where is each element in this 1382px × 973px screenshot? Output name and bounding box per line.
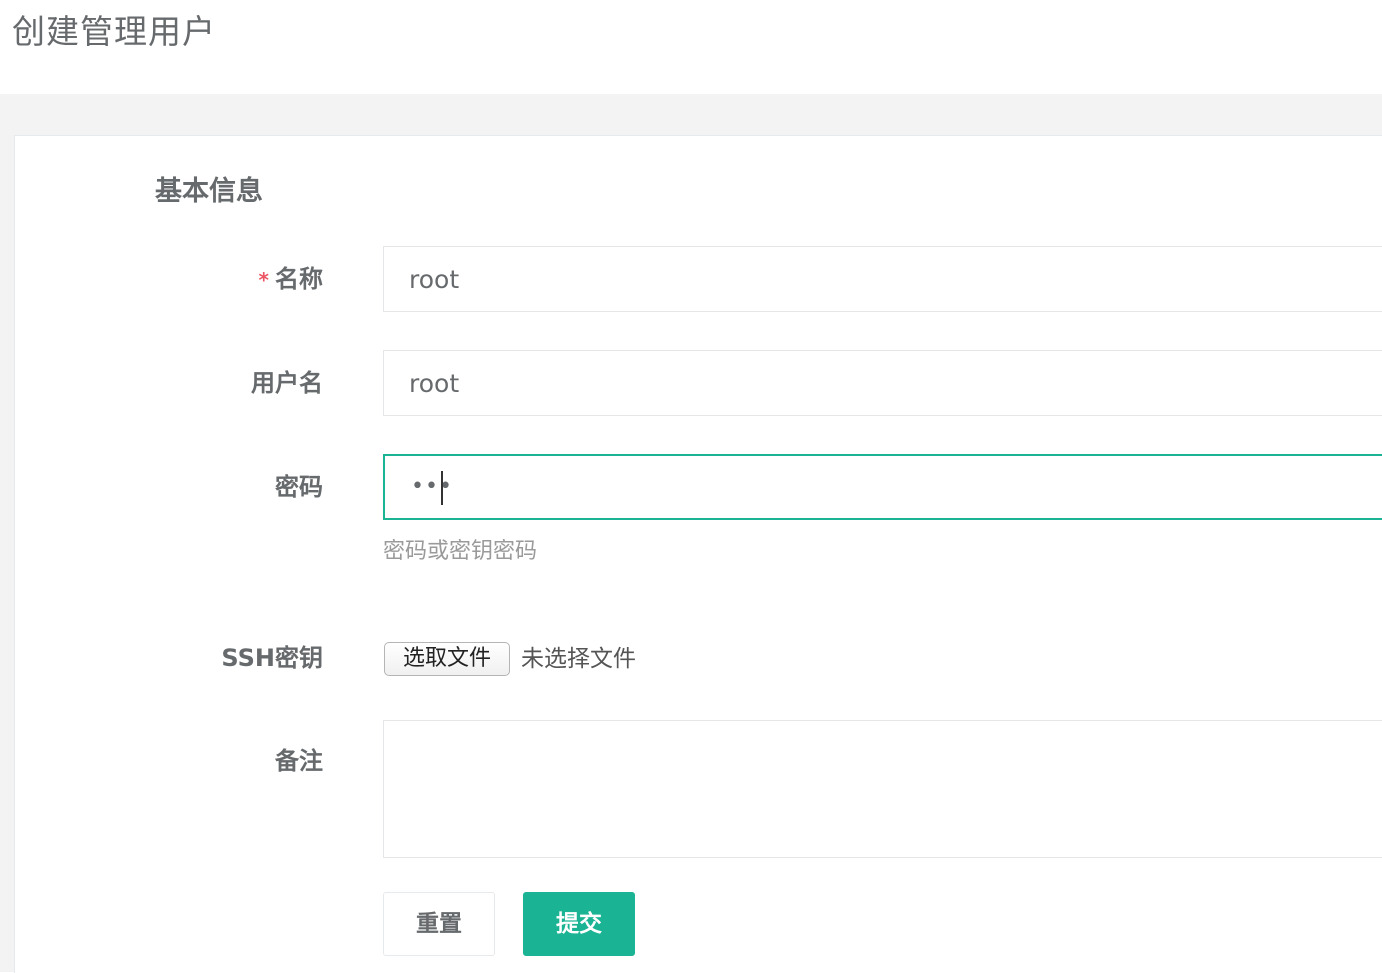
comment-label: 备注 bbox=[275, 747, 323, 775]
password-mask: ••• bbox=[411, 474, 453, 499]
password-label: 密码 bbox=[275, 473, 323, 501]
ssh-key-label: SSH密钥 bbox=[221, 644, 323, 672]
page-header: 创建管理用户 bbox=[0, 0, 1382, 94]
text-caret bbox=[441, 471, 443, 505]
choose-file-button[interactable]: 选取文件 bbox=[384, 642, 510, 676]
username-input[interactable] bbox=[383, 350, 1382, 416]
required-mark: * bbox=[258, 268, 269, 292]
password-input[interactable]: ••• bbox=[383, 454, 1382, 520]
comment-textarea[interactable] bbox=[383, 720, 1382, 858]
page-title: 创建管理用户 bbox=[12, 12, 216, 51]
file-status: 未选择文件 bbox=[521, 646, 636, 672]
username-label: 用户名 bbox=[251, 369, 323, 397]
name-label: * 名称 bbox=[23, 262, 323, 297]
section-title: 基本信息 bbox=[155, 176, 263, 207]
submit-button[interactable]: 提交 bbox=[523, 892, 635, 956]
password-help-text: 密码或密钥密码 bbox=[383, 539, 538, 564]
name-input[interactable] bbox=[383, 246, 1382, 312]
name-label-text: 名称 bbox=[275, 265, 323, 293]
reset-button[interactable]: 重置 bbox=[383, 892, 495, 956]
form-panel: 基本信息 *名称 用户名 密码 ••• 密码或密钥密码 SSH密钥 选取文件 未… bbox=[14, 135, 1382, 973]
